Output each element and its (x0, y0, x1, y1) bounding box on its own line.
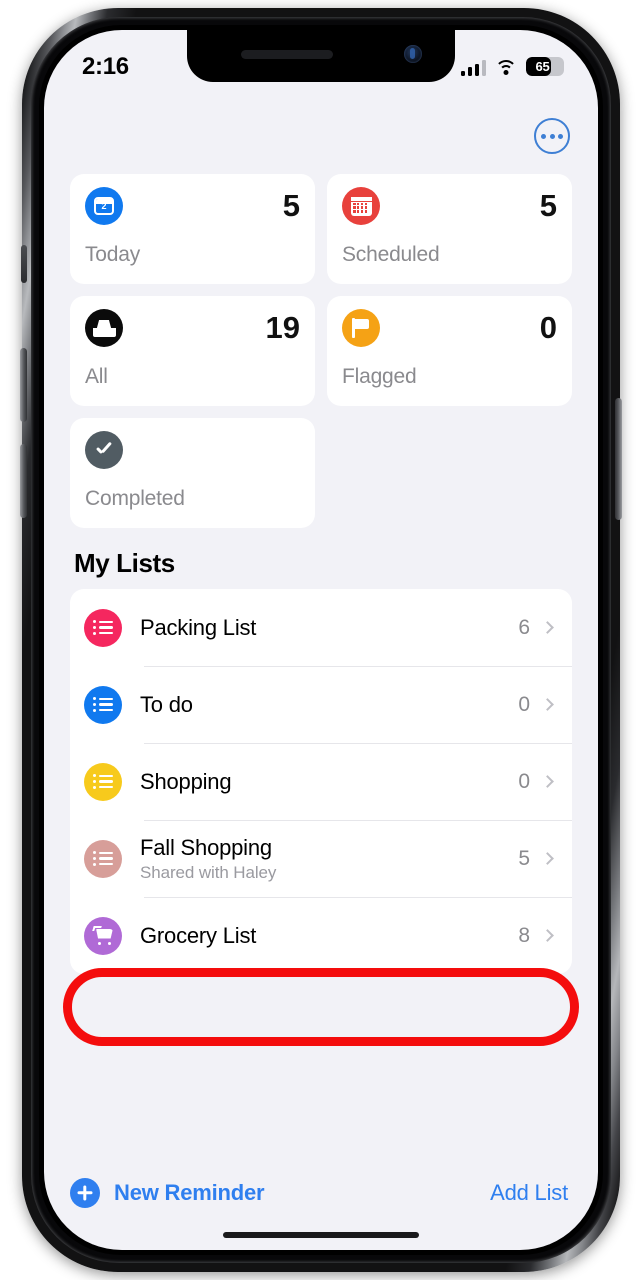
chevron-right-icon (541, 775, 554, 788)
volume-down-button[interactable] (20, 444, 27, 518)
battery-icon: 65 (526, 56, 564, 76)
my-lists-group: Packing List 6 To do 0 Shopping 0 Fall S… (70, 589, 572, 974)
card-count: 5 (539, 188, 557, 223)
card-label: Flagged (342, 365, 417, 388)
chevron-right-icon (541, 852, 554, 865)
plus-circle-icon (70, 1178, 100, 1208)
list-row-title: Shopping (140, 768, 232, 794)
card-label: Completed (85, 487, 185, 510)
list-row-count: 6 (518, 615, 530, 639)
new-reminder-button[interactable]: New Reminder (70, 1178, 265, 1208)
list-bullet-icon (84, 685, 122, 724)
screenshot-stage: 2:16 65 2 5 Today 5 Scheduled 19 All 0 F… (0, 0, 642, 1280)
power-button[interactable] (615, 398, 622, 520)
calendar-today-icon: 2 (85, 187, 123, 225)
chevron-right-icon (541, 698, 554, 711)
list-row-count: 8 (518, 923, 530, 947)
smart-list-card-flagged[interactable]: 0 Flagged (327, 296, 572, 406)
status-bar-indicators: 65 (460, 56, 564, 78)
chevron-right-icon (541, 929, 554, 942)
new-reminder-label: New Reminder (114, 1180, 265, 1205)
mute-switch-button[interactable] (21, 245, 27, 283)
list-row-shopping[interactable]: Shopping 0 (70, 743, 572, 820)
smart-list-card-scheduled[interactable]: 5 Scheduled (327, 174, 572, 284)
card-label: Scheduled (342, 243, 440, 266)
list-row-count: 5 (518, 846, 530, 870)
smart-list-card-completed[interactable]: Completed (70, 418, 315, 528)
add-list-button[interactable]: Add List (490, 1180, 568, 1206)
list-row-packing-list[interactable]: Packing List 6 (70, 589, 572, 666)
flag-icon (342, 309, 380, 347)
list-row-title: Grocery List (140, 922, 257, 948)
smart-list-card-today[interactable]: 2 5 Today (70, 174, 315, 284)
bottom-toolbar: New Reminder Add List (44, 1178, 598, 1208)
card-count: 5 (282, 188, 300, 223)
home-indicator[interactable] (223, 1232, 419, 1238)
card-count: 19 (265, 310, 300, 345)
list-row-title: To do (140, 691, 193, 717)
list-row-title: Fall Shopping (140, 834, 272, 860)
volume-up-button[interactable] (20, 348, 27, 422)
list-row-count: 0 (518, 769, 530, 793)
display-notch (187, 30, 455, 82)
earpiece-speaker-icon (241, 50, 333, 59)
chevron-right-icon (541, 621, 554, 634)
list-row-title: Packing List (140, 614, 257, 640)
list-row-fall-shopping[interactable]: Fall Shopping Shared with Haley 5 (70, 820, 572, 897)
today-day-number: 2 (101, 201, 107, 211)
smart-lists-grid: 2 5 Today 5 Scheduled 19 All 0 Flagged C… (44, 154, 598, 528)
card-label: All (85, 365, 108, 388)
navigation-bar (44, 86, 598, 154)
calendar-icon (342, 187, 380, 225)
list-row-subtitle: Shared with Haley (140, 862, 277, 882)
more-circle-icon[interactable] (534, 118, 570, 154)
inbox-icon (85, 309, 123, 347)
smart-list-card-all[interactable]: 19 All (70, 296, 315, 406)
battery-percent-label: 65 (535, 58, 550, 74)
front-camera-icon (404, 45, 422, 63)
card-count: 0 (539, 310, 557, 345)
phone-screen: 2:16 65 2 5 Today 5 Scheduled 19 All 0 F… (44, 30, 598, 1250)
cellular-signal-icon (460, 59, 486, 76)
list-bullet-icon (84, 762, 122, 801)
wifi-icon (495, 59, 517, 76)
list-row-to-do[interactable]: To do 0 (70, 666, 572, 743)
checkmark-icon (85, 431, 123, 469)
shopping-cart-icon (84, 916, 122, 955)
list-row-grocery-list[interactable]: Grocery List 8 (70, 897, 572, 974)
card-label: Today (85, 243, 141, 266)
app-content: 2 5 Today 5 Scheduled 19 All 0 Flagged C… (44, 86, 598, 1250)
list-bullet-icon (84, 839, 122, 878)
list-bullet-icon (84, 608, 122, 647)
status-bar-time: 2:16 (82, 53, 129, 80)
list-row-count: 0 (518, 692, 530, 716)
my-lists-heading: My Lists (74, 548, 175, 578)
